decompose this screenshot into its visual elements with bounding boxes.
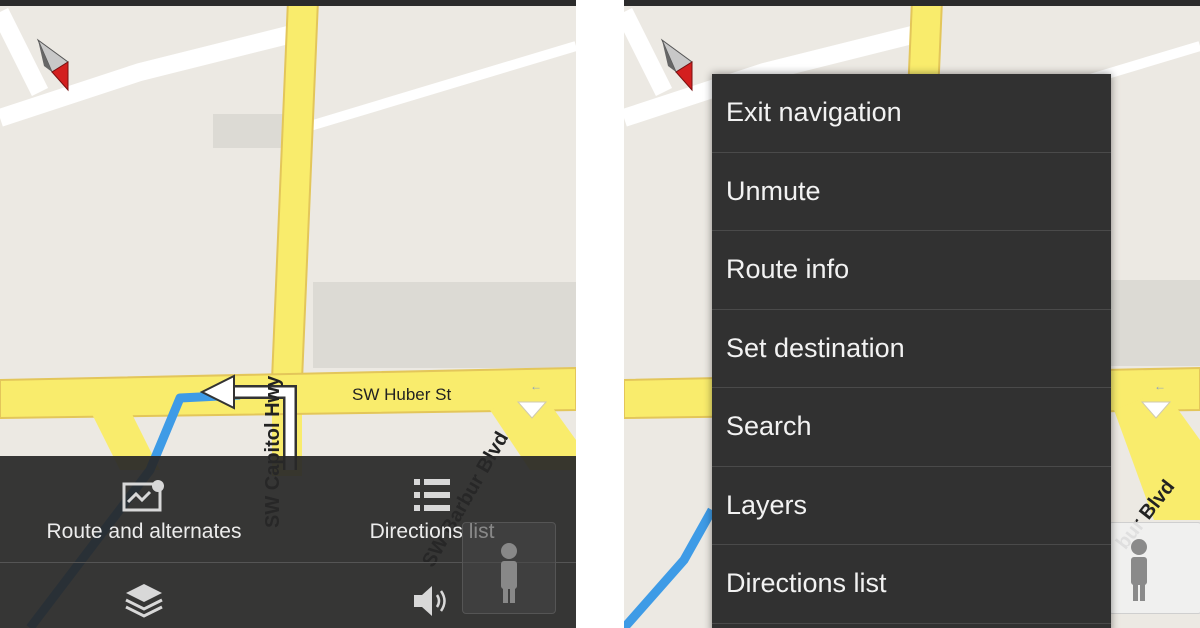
minor-road [624, 7, 673, 97]
minor-road [0, 7, 49, 97]
street-label-huber: SW Huber St [352, 385, 452, 404]
building-shape [1104, 280, 1200, 366]
menu-item-set-destination[interactable]: Set destination [712, 310, 1111, 388]
menu-item-unmute[interactable]: Unmute [712, 153, 1111, 231]
menu-item-layers[interactable]: Layers [712, 467, 1111, 545]
route-map-icon [122, 480, 164, 512]
pegman-icon [1131, 539, 1147, 601]
street-view-button[interactable] [462, 522, 556, 614]
navigation-screen-left: ← SW Huber St SW Capitol Hwy SW Barbur B… [0, 0, 576, 628]
list-icon [414, 479, 450, 511]
menu-item-search[interactable]: Search [712, 388, 1111, 467]
status-bar [0, 0, 576, 6]
layers-button[interactable] [0, 582, 288, 618]
menu-item-directions-list[interactable]: Directions list [712, 545, 1111, 624]
one-way-arrow-icon: ← [1154, 379, 1166, 393]
pegman-icon [501, 543, 517, 603]
layers-icon [125, 584, 163, 618]
navigation-screen-right: ← bur Blvd Exit navigation Unmute Route … [624, 0, 1200, 628]
route-and-alternates-button[interactable]: Route and alternates [0, 478, 288, 544]
menu-item-exit-navigation[interactable]: Exit navigation [712, 74, 1111, 153]
major-road [270, 0, 320, 381]
one-way-arrow-icon: ← [530, 379, 542, 393]
street-view-button[interactable] [1108, 522, 1200, 614]
status-bar [624, 0, 1200, 6]
route-and-alternates-label: Route and alternates [46, 520, 242, 543]
route-line [624, 507, 716, 628]
building-shape [213, 114, 283, 148]
minor-road [308, 41, 576, 131]
overflow-menu: Exit navigation Unmute Route info Set de… [712, 74, 1111, 628]
building-shape [313, 282, 576, 368]
menu-item-route-info[interactable]: Route info [712, 231, 1111, 310]
speaker-icon [414, 586, 446, 616]
